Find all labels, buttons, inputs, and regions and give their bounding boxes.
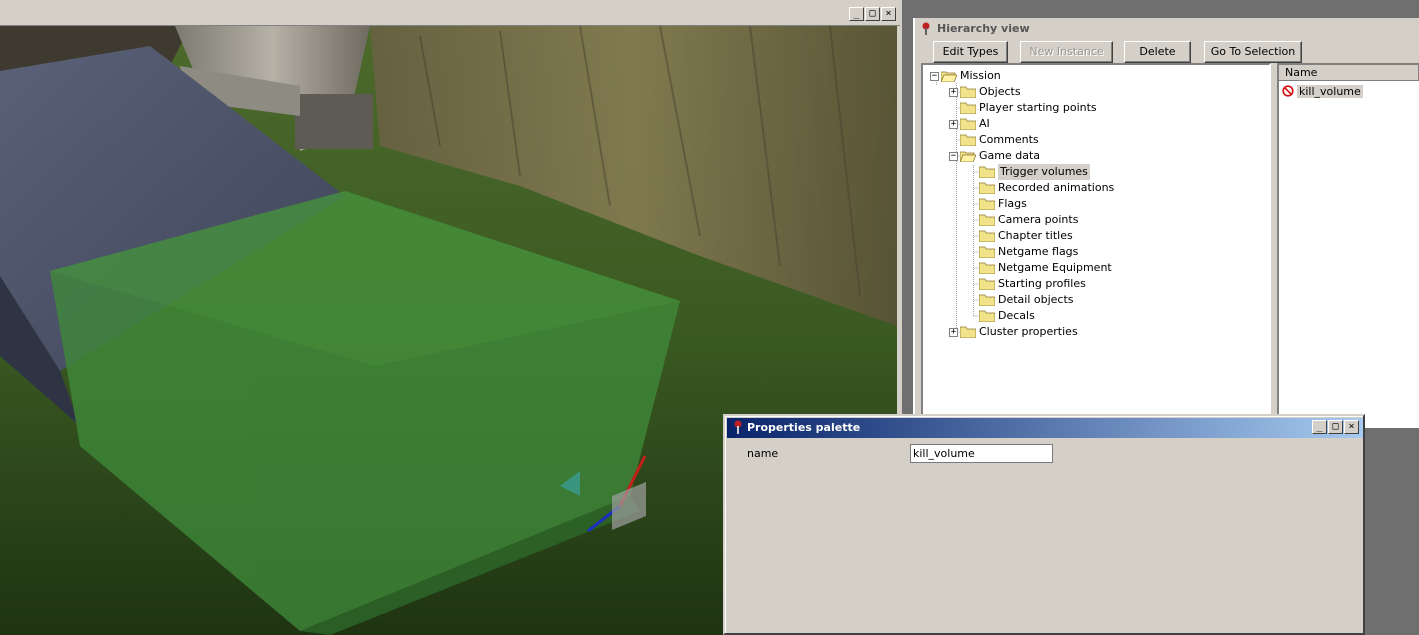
- tree-node-ai[interactable]: + AI: [949, 116, 990, 132]
- minimize-button[interactable]: _: [1312, 420, 1327, 434]
- folder-icon: [979, 182, 995, 194]
- hierarchy-tree[interactable]: − Mission + Objects Player starting poin…: [921, 63, 1271, 428]
- hierarchy-view-panel: Hierarchy view Edit Types New Instance D…: [913, 18, 1419, 428]
- folder-icon: [960, 326, 976, 338]
- instance-list[interactable]: Name kill_volume: [1277, 63, 1419, 428]
- collapse-icon[interactable]: −: [930, 71, 939, 81]
- tree-node-label: Objects: [979, 85, 1021, 98]
- properties-palette-titlebar[interactable]: Properties palette: [727, 418, 1363, 438]
- tree-node-camera-points[interactable]: Camera points: [979, 212, 1078, 228]
- tree-node-chapter-titles[interactable]: Chapter titles: [979, 228, 1073, 244]
- open-folder-icon: [941, 71, 957, 82]
- name-field[interactable]: kill_volume: [910, 444, 1053, 463]
- list-item-label: kill_volume: [1297, 84, 1363, 98]
- tree-node-label: Decals: [998, 309, 1035, 322]
- tree-node-netgame-flags[interactable]: Netgame flags: [979, 244, 1078, 260]
- pin-icon: [734, 420, 742, 434]
- folder-icon: [979, 262, 995, 274]
- no-entry-icon: [1282, 85, 1294, 97]
- folder-icon: [960, 102, 976, 114]
- tree-node-game-data[interactable]: − Game data: [949, 148, 1040, 164]
- go-to-selection-button[interactable]: Go To Selection: [1204, 41, 1302, 63]
- tree-node-flags[interactable]: Flags: [979, 196, 1027, 212]
- pin-icon: [922, 22, 930, 35]
- tree-node-label-selected: Trigger volumes: [998, 164, 1090, 180]
- tree-node-trigger-volumes[interactable]: Trigger volumes: [979, 164, 1090, 180]
- tree-node-recorded-animations[interactable]: Recorded animations: [979, 180, 1114, 196]
- close-button[interactable]: ×: [881, 7, 896, 21]
- tree-node-decals[interactable]: Decals: [979, 308, 1035, 324]
- edit-types-button[interactable]: Edit Types: [933, 41, 1008, 63]
- open-folder-icon: [960, 151, 976, 162]
- folder-icon: [979, 214, 995, 226]
- maximize-button[interactable]: □: [865, 7, 880, 21]
- properties-palette-window: Properties palette _ □ × name kill_volum…: [723, 414, 1365, 635]
- folder-icon: [979, 294, 995, 306]
- collapse-icon[interactable]: −: [949, 151, 958, 161]
- list-item-kill-volume[interactable]: kill_volume: [1282, 83, 1363, 99]
- tree-node-label: Starting profiles: [998, 277, 1086, 290]
- folder-icon: [979, 278, 995, 290]
- tree-node-netgame-equipment[interactable]: Netgame Equipment: [979, 260, 1112, 276]
- viewport-titlebar: _ □ ×: [0, 4, 900, 26]
- expand-icon[interactable]: +: [949, 327, 958, 337]
- new-instance-button[interactable]: New Instance: [1020, 41, 1113, 63]
- tree-node-label: Camera points: [998, 213, 1079, 226]
- tree-node-label: Flags: [998, 197, 1027, 210]
- tree-node-label: Netgame Equipment: [998, 261, 1112, 274]
- maximize-button[interactable]: □: [1328, 420, 1343, 434]
- tree-node-player-starting-points[interactable]: Player starting points: [960, 100, 1097, 116]
- expand-icon[interactable]: +: [949, 87, 958, 97]
- folder-icon: [960, 118, 976, 130]
- folder-icon: [960, 134, 976, 146]
- tree-node-label: Mission: [960, 69, 1001, 82]
- folder-icon: [979, 246, 995, 258]
- tree-node-cluster-properties[interactable]: + Cluster properties: [949, 324, 1078, 340]
- tree-node-starting-profiles[interactable]: Starting profiles: [979, 276, 1086, 292]
- folder-icon: [979, 198, 995, 210]
- folder-icon: [979, 166, 995, 178]
- tree-node-label: Cluster properties: [979, 325, 1078, 338]
- tree-node-label: Recorded animations: [998, 181, 1115, 194]
- name-field-label: name: [747, 447, 779, 460]
- tree-node-label: Player starting points: [979, 101, 1097, 114]
- viewport-window-controls: _ □ ×: [849, 7, 896, 21]
- properties-window-controls: _ □ ×: [1312, 420, 1359, 434]
- folder-icon: [979, 230, 995, 242]
- name-column-header[interactable]: Name: [1279, 65, 1419, 81]
- hierarchy-view-title-text: Hierarchy view: [937, 22, 1030, 35]
- tree-node-detail-objects[interactable]: Detail objects: [979, 292, 1074, 308]
- hierarchy-view-title: Hierarchy view: [915, 20, 1419, 38]
- folder-icon: [979, 310, 995, 322]
- tree-node-label: Game data: [979, 149, 1041, 162]
- tree-node-label: AI: [979, 117, 990, 130]
- tree-node-label: Chapter titles: [998, 229, 1073, 242]
- close-button[interactable]: ×: [1344, 420, 1359, 434]
- folder-icon: [960, 86, 976, 98]
- tree-node-label: Detail objects: [998, 293, 1074, 306]
- tree-node-label: Netgame flags: [998, 245, 1079, 258]
- delete-button[interactable]: Delete: [1124, 41, 1191, 63]
- tree-node-mission[interactable]: − Mission: [930, 68, 1001, 84]
- tree-node-objects[interactable]: + Objects: [949, 84, 1021, 100]
- minimize-button[interactable]: _: [849, 7, 864, 21]
- tree-node-label: Comments: [979, 133, 1039, 146]
- tree-node-comments[interactable]: Comments: [960, 132, 1039, 148]
- properties-palette-title: Properties palette: [747, 421, 861, 434]
- expand-icon[interactable]: +: [949, 119, 958, 129]
